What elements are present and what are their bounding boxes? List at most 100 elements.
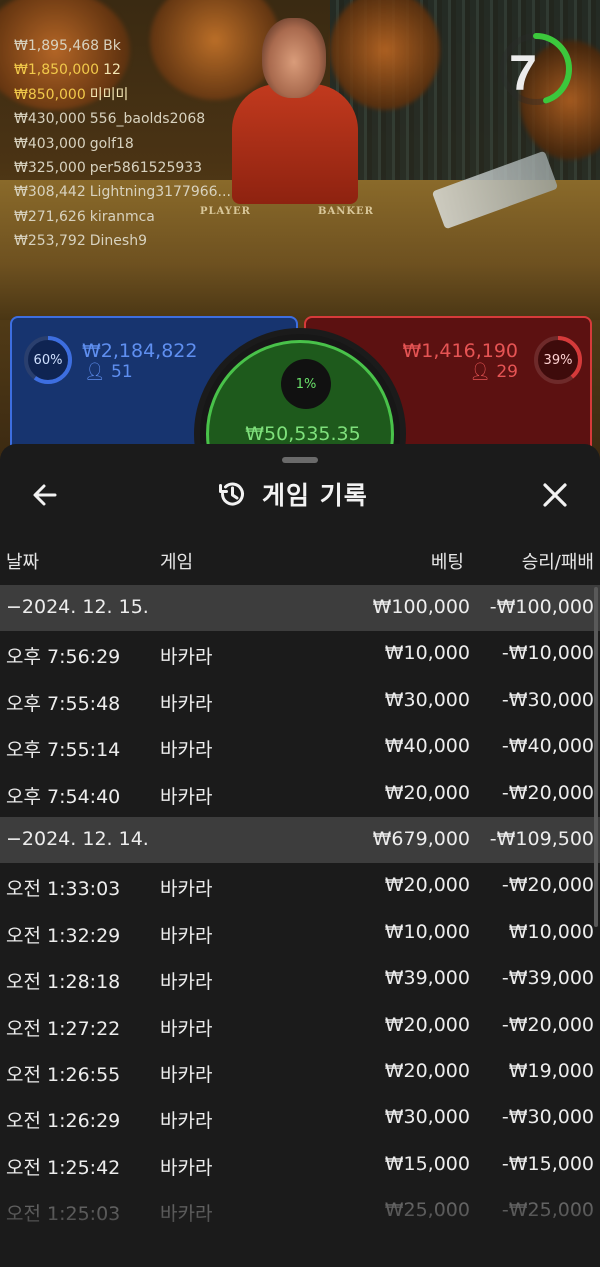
player-count-wrap: 👤︎ 51 [84,362,133,382]
history-row[interactable]: 오후 7:54:40 바카라 ₩20,000 -₩20,000 [0,771,600,817]
row-bet: ₩20,000 [384,1013,470,1036]
row-bet: ₩100,000 [372,596,470,618]
leaderboard: ₩1,895,468 Bk ₩1,850,000 12 ₩850,000 미미미 ₩430,… [14,37,231,257]
row-bet: ₩30,000 [384,688,470,711]
felt-label-banker: BANKER [318,206,374,217]
leaderboard-username: per5861525933 [89,159,203,176]
leaderboard-amount: ₩1,895,468 [14,38,100,54]
column-header-bet: 베팅 [430,552,464,573]
row-date: 오후 7:55:48 [6,692,121,715]
tie-amount: ₩50,535.35 [245,423,361,445]
row-date: 오전 1:25:42 [6,1156,121,1179]
leaderboard-username: Bk [103,38,121,54]
leaderboard-amount: ₩325,000 [14,159,86,176]
row-result: -₩109,500 [489,827,594,850]
row-bet: ₩20,000 [384,781,470,804]
row-result: -₩15,000 [501,1152,594,1175]
history-row[interactable]: 오전 1:26:55 바카라 ₩20,000 ₩19,000 [0,1049,600,1095]
leaderboard-amount: ₩1,850,000 [14,62,100,79]
row-date: 오전 1:26:29 [6,1110,121,1133]
row-result: -₩20,000 [501,781,594,804]
date-group-row[interactable]: −2024. 12. 14. ₩679,000 -₩109,500 [0,816,600,864]
column-header-game: 게임 [160,552,194,573]
row-date: 오전 1:28:18 [6,971,121,994]
row-game: 바카라 [160,1017,213,1040]
person-icon: 👤︎ [469,362,491,382]
leaderboard-username: 미미미 [89,86,129,103]
leaderboard-entry: ₩253,792 Dinesh9 [14,232,231,256]
row-game: 바카라 [160,971,213,994]
player-amount: ₩2,184,822 [82,340,198,362]
row-date: 오전 1:33:03 [6,878,121,901]
row-result: ₩19,000 [508,1059,594,1082]
history-row[interactable]: 오전 1:28:18 바카라 ₩39,000 -₩39,000 [0,956,600,1002]
history-row[interactable]: 오전 1:33:03 바카라 ₩20,000 -₩20,000 [0,863,600,909]
banker-count-wrap: 👤︎ 29 [469,362,518,382]
leaderboard-username: golf18 [89,135,134,152]
history-row[interactable]: 오전 1:27:22 바카라 ₩20,000 -₩20,000 [0,1003,600,1049]
leaderboard-username: Lightning3177966... [89,184,231,201]
row-date: 오후 7:56:29 [6,646,121,669]
row-result: -₩30,000 [501,688,594,711]
row-result: -₩30,000 [501,1106,594,1129]
leaderboard-amount: ₩430,000 [14,111,86,128]
row-date: 오전 1:27:22 [6,1017,121,1040]
scrollbar[interactable] [594,587,598,927]
group-date: −2024. 12. 15. [6,596,149,618]
sheet-drag-handle[interactable] [282,457,318,463]
row-game: 바카라 [160,1156,213,1179]
row-bet: ₩10,000 [384,920,470,943]
banker-count: 29 [496,362,518,382]
banker-amount: ₩1,416,190 [402,340,518,362]
row-result: -₩40,000 [501,735,594,758]
leaderboard-entry: ₩308,442 Lightning3177966... [14,183,231,207]
row-game: 바카라 [160,785,213,808]
player-count: 51 [111,362,133,382]
row-date: 오전 1:26:55 [6,1063,121,1086]
back-button[interactable] [28,478,62,512]
row-result: ₩10,000 [508,920,594,943]
leaderboard-entry: ₩850,000 미미미 [14,86,231,110]
row-game: 바카라 [160,739,213,762]
leaderboard-amount: ₩403,000 [14,135,86,152]
row-result: -₩20,000 [501,1013,594,1036]
history-row[interactable]: 오후 7:55:48 바카라 ₩30,000 -₩30,000 [0,678,600,724]
row-bet: ₩39,000 [384,967,470,990]
tie-percent: 1% [295,377,317,392]
sheet-title: 게임 기록 [262,481,368,510]
close-button[interactable] [538,478,572,512]
row-bet: ₩30,000 [384,1106,470,1129]
tie-zone-face: 1% ₩50,535.35 👤︎ 0 [206,340,394,460]
sheet-header: 게임 기록 [0,468,600,520]
row-bet: ₩20,000 [384,1059,470,1082]
back-arrow-icon [33,484,57,506]
history-row[interactable]: 오전 1:26:29 바카라 ₩30,000 -₩30,000 [0,1095,600,1141]
person-icon: 👤︎ [84,362,106,382]
row-game: 바카라 [160,692,213,715]
row-bet: ₩679,000 [372,827,470,850]
dealer [232,84,358,204]
row-bet: ₩10,000 [384,642,470,665]
group-date: −2024. 12. 14. [6,827,149,850]
row-result: -₩39,000 [501,967,594,990]
row-game: 바카라 [160,1110,213,1133]
row-date: 오후 7:55:14 [6,739,121,762]
leaderboard-username: Dinesh9 [89,233,147,250]
timer-seconds: 7 [509,45,537,101]
leaderboard-username: 556_baolds2068 [89,111,206,128]
history-row[interactable]: 오후 7:56:29 바카라 ₩10,000 -₩10,000 [0,631,600,677]
banker-percent: 39% [543,353,573,368]
history-row[interactable]: 오전 1:32:29 바카라 ₩10,000 ₩10,000 [0,910,600,956]
leaderboard-entry: ₩430,000 556_baolds2068 [14,110,231,134]
leaderboard-amount: ₩253,792 [14,233,86,250]
history-row[interactable]: 오후 7:55:14 바카라 ₩40,000 -₩40,000 [0,724,600,770]
bottom-fade [0,1204,600,1267]
history-row[interactable]: 오전 1:25:42 바카라 ₩15,000 -₩15,000 [0,1142,600,1188]
row-result: -₩20,000 [501,874,594,897]
date-group-row[interactable]: −2024. 12. 15. ₩100,000 -₩100,000 [0,585,600,632]
live-video-feed: PLAYER BANKER ₩1,895,468 Bk ₩1,850,000 12 ₩8… [0,0,600,460]
leaderboard-amount: ₩271,626 [14,208,86,225]
player-percent: 60% [33,353,63,368]
dealer-head [262,18,326,98]
history-table[interactable]: −2024. 12. 15. ₩100,000 -₩100,000 오후 7:56:2… [0,585,600,1234]
